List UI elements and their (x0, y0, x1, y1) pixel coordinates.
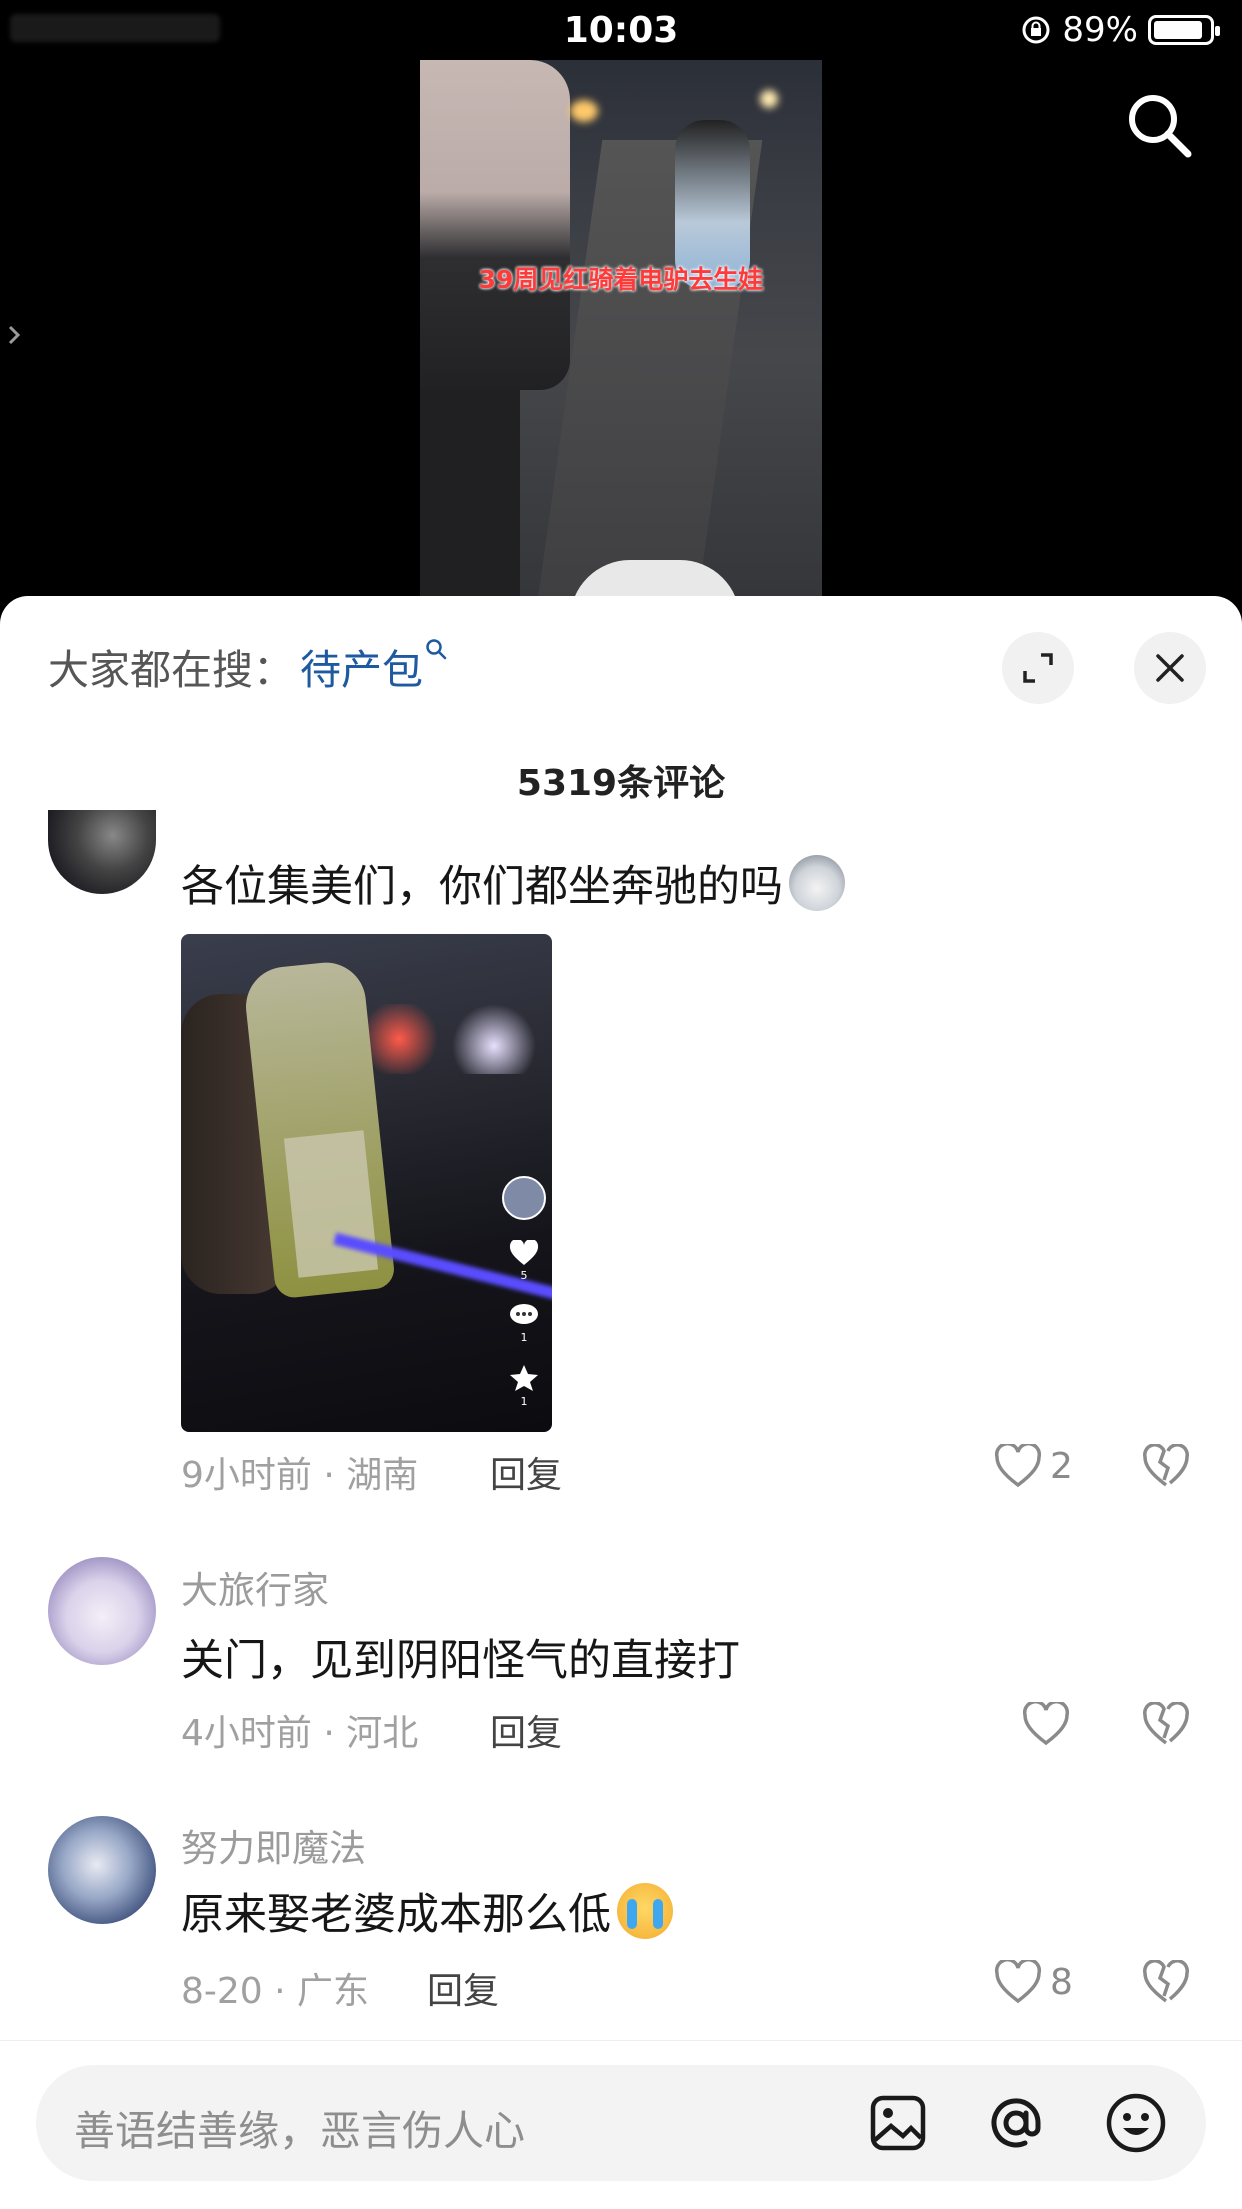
comment-text: 原来娶老婆成本那么低 (181, 1880, 673, 1942)
at-sign-icon (991, 2098, 1041, 2148)
image-avatar (502, 1176, 546, 1220)
like-button[interactable]: 8 (994, 1960, 1073, 2004)
hot-search[interactable]: 大家都在搜： 待产包 (48, 636, 447, 696)
status-bar: 10:03 89% (0, 0, 1242, 62)
reply-button[interactable]: 回复 (427, 1962, 499, 2014)
crying-emoji-icon (617, 1883, 673, 1939)
broken-heart-icon (1143, 1959, 1189, 2003)
hot-search-term[interactable]: 待产包 (300, 636, 423, 696)
heart-outline-icon (994, 1960, 1042, 2004)
image-picker-button[interactable] (864, 2089, 932, 2157)
mention-button[interactable] (982, 2089, 1050, 2157)
comment-image[interactable]: 5 1 1 (181, 934, 552, 1432)
smiley-icon (1106, 2093, 1166, 2153)
wolf-emoji-icon (789, 855, 845, 911)
username[interactable]: 大旅行家 (181, 1560, 329, 1614)
image-icon (870, 2095, 926, 2151)
comment-text: 关门，见到阴阳怪气的直接打 (181, 1626, 740, 1688)
battery-percent: 89% (1062, 10, 1138, 50)
image-comment-count: 1 (520, 1331, 528, 1344)
image-bottle-label (283, 1130, 379, 1278)
image-comment: 1 (509, 1302, 539, 1344)
heart-outline-icon (994, 1444, 1042, 1488)
orientation-lock-icon (1022, 16, 1050, 44)
avatar[interactable] (48, 1816, 156, 1924)
expand-icon (1023, 653, 1053, 683)
broken-heart-icon (1143, 1443, 1189, 1487)
heart-outline-icon (1022, 1702, 1070, 1746)
like-button[interactable] (1022, 1702, 1078, 1746)
broken-heart-icon (1143, 1701, 1189, 1745)
dislike-button[interactable] (1142, 1701, 1190, 1750)
username[interactable]: 努力即魔法 (181, 1818, 366, 1872)
comment-input-placeholder: 善语结善缘，恶言伤人心 (74, 2107, 525, 2155)
image-lights (361, 1004, 551, 1074)
video-light (570, 100, 598, 122)
avatar[interactable] (48, 1557, 156, 1665)
like-button[interactable]: 2 (994, 1444, 1073, 1488)
video-caption: 39周见红骑着电驴去生娃 (478, 265, 764, 294)
image-star-count: 1 (520, 1395, 528, 1408)
comment-meta: 9小时前 · 湖南 (181, 1455, 419, 1496)
video-player[interactable]: 39周见红骑着电驴去生娃 (420, 60, 822, 600)
star-icon (510, 1365, 538, 1391)
emoji-button[interactable] (1102, 2089, 1170, 2157)
comment-text-content: 关门，见到阴阳怪气的直接打 (181, 1636, 740, 1686)
like-count: 8 (1050, 1961, 1073, 2003)
search-icon (1129, 95, 1192, 158)
side-panel-arrow[interactable] (0, 305, 30, 365)
reply-button[interactable]: 回复 (490, 1446, 562, 1498)
close-button[interactable] (1134, 632, 1206, 704)
image-star: 1 (509, 1364, 539, 1408)
comment-text-content: 原来娶老婆成本那么低 (181, 1890, 611, 1940)
comment-input[interactable]: 善语结善缘，恶言伤人心 (36, 2065, 1206, 2181)
comment-meta: 8-20 · 广东 (181, 1971, 370, 2012)
reply-button[interactable]: 回复 (490, 1704, 562, 1756)
comment-count: 5319条评论 (516, 763, 726, 804)
video-light (760, 90, 778, 108)
comment-text-content: 各位集美们，你们都坐奔驰的吗 (181, 862, 783, 912)
avatar[interactable] (48, 810, 156, 894)
search-button[interactable] (1124, 90, 1194, 160)
image-like-count: 5 (520, 1269, 528, 1282)
battery-fill (1154, 21, 1202, 39)
comment-input-bar: 善语结善缘，恶言伤人心 (0, 2040, 1242, 2209)
hot-search-prefix: 大家都在搜： (48, 646, 294, 694)
status-right: 89% (1020, 10, 1220, 50)
dislike-button[interactable] (1142, 1443, 1190, 1492)
comment-meta: 4小时前 · 河北 (181, 1713, 419, 1754)
comment-sheet: 大家都在搜： 待产包 5319条评论 各位集美们，你们都坐奔驰的吗 5 1 1 … (0, 596, 1242, 2208)
image-side-actions: 5 1 1 (502, 1176, 546, 1408)
video-bike (420, 390, 520, 600)
dislike-button[interactable] (1142, 1959, 1190, 2008)
close-icon (1156, 654, 1184, 682)
search-small-icon (425, 638, 447, 666)
comment-text: 各位集美们，你们都坐奔驰的吗 (181, 852, 845, 914)
battery-icon (1148, 15, 1220, 45)
heart-icon (509, 1238, 539, 1265)
like-count: 2 (1050, 1445, 1073, 1487)
video-rider (420, 60, 570, 390)
chevron-right-icon (8, 325, 21, 345)
expand-button[interactable] (1002, 632, 1074, 704)
speech-bubble-icon (510, 1304, 538, 1324)
image-like: 5 (509, 1238, 539, 1282)
